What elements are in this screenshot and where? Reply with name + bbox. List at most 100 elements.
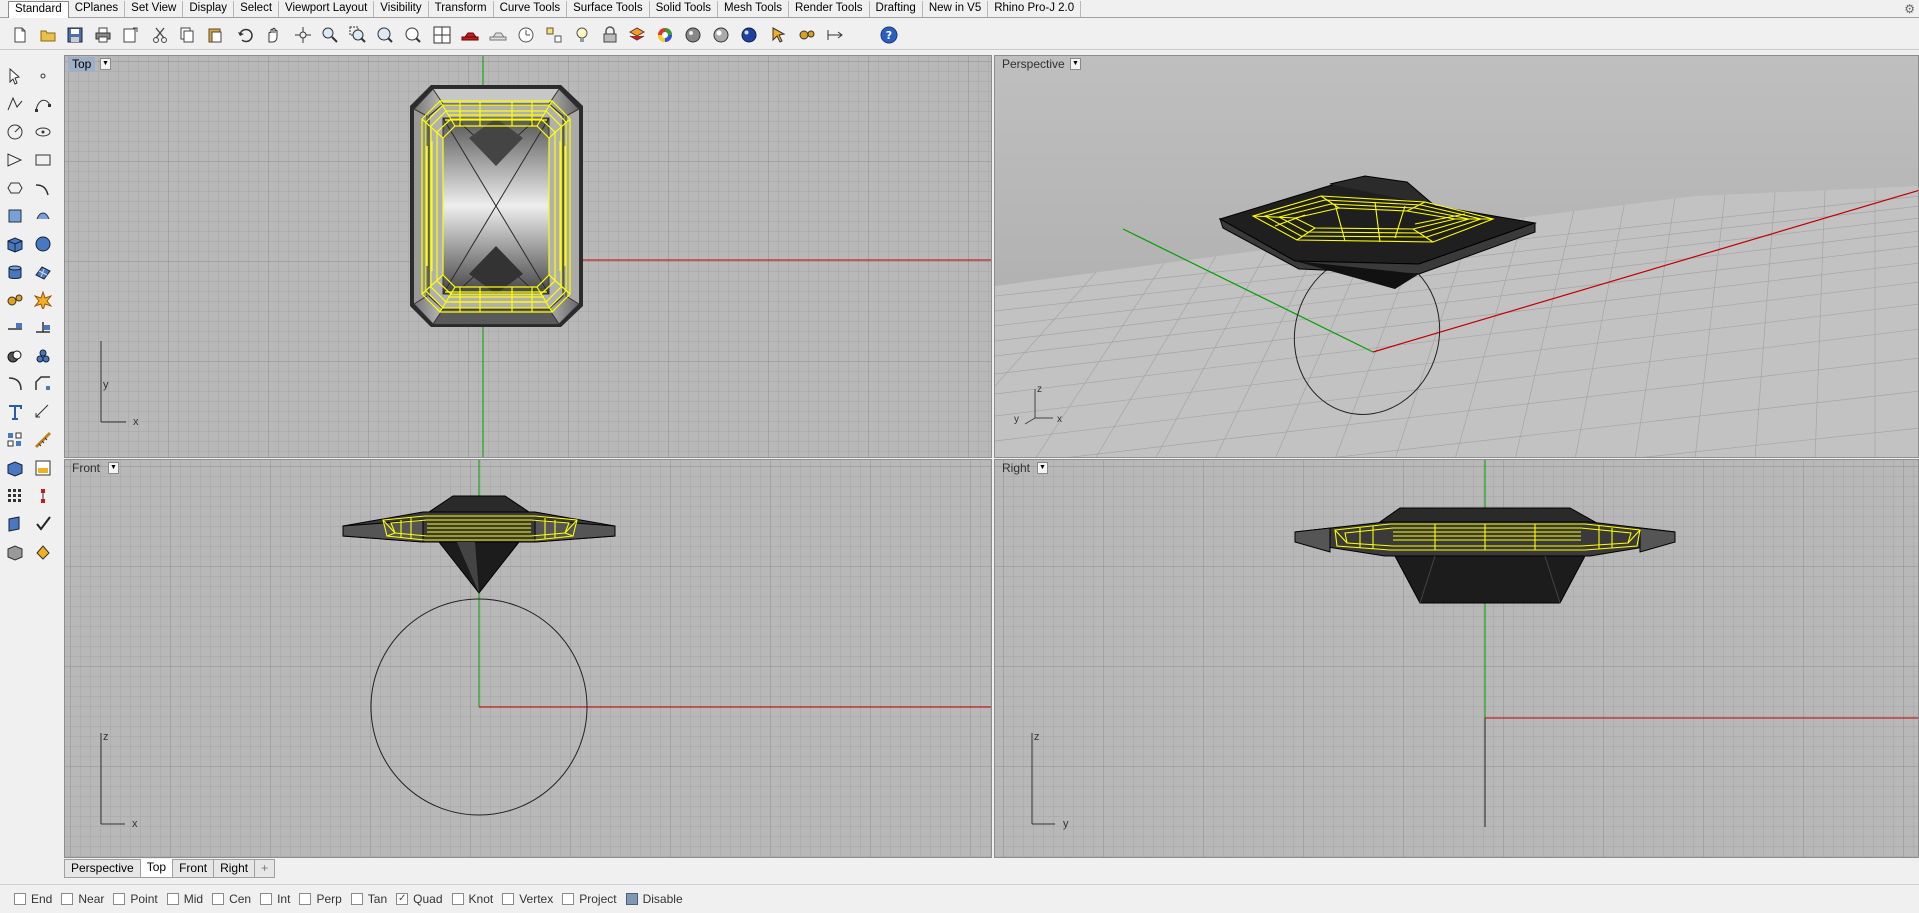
boolean-icon[interactable] (3, 344, 27, 368)
point-icon[interactable] (31, 64, 55, 88)
osnap-mid[interactable]: Mid (166, 892, 203, 906)
tab-solid-tools[interactable]: Solid Tools (650, 1, 718, 17)
analyze-icon[interactable] (3, 512, 27, 536)
tab-display[interactable]: Display (183, 1, 235, 17)
osnap-disable[interactable]: Disable (625, 892, 683, 906)
tab-visibility[interactable]: Visibility (374, 1, 429, 17)
osnap-tan-checkbox[interactable] (350, 893, 363, 905)
rotate-view-icon[interactable] (291, 23, 314, 46)
explode-icon[interactable] (31, 288, 55, 312)
tab-new-in-v5[interactable]: New in V5 (923, 1, 989, 17)
tab-transform[interactable]: Transform (429, 1, 494, 17)
select-arrow-icon[interactable] (3, 64, 27, 88)
block-icon[interactable] (3, 456, 27, 480)
layer-icon[interactable] (625, 23, 648, 46)
osnap-end-checkbox[interactable] (14, 893, 26, 905)
polygon-icon[interactable] (3, 176, 27, 200)
tab-surface-tools[interactable]: Surface Tools (567, 1, 650, 17)
osnap-vertex[interactable]: Vertex (502, 892, 553, 906)
object-properties-icon[interactable] (542, 23, 565, 46)
osnap-point-checkbox[interactable] (113, 893, 126, 905)
freeform-curve-icon[interactable] (31, 176, 55, 200)
surface-corner-icon[interactable] (3, 204, 27, 228)
osnap-cen[interactable]: Cen (212, 892, 251, 906)
select-arrow-icon[interactable] (767, 23, 790, 46)
mesh-icon[interactable] (31, 260, 55, 284)
layout-icon[interactable] (3, 540, 27, 564)
car-object-icon[interactable] (458, 23, 481, 46)
osnap-mid-checkbox[interactable] (166, 893, 179, 905)
osnap-disable-checkbox[interactable] (625, 893, 638, 905)
view-tab-top[interactable]: Top (139, 859, 174, 878)
tab-cplanes[interactable]: CPlanes (69, 1, 126, 17)
viewport-menu-chevron-down-icon[interactable]: ▼ (1037, 462, 1048, 474)
osnap-near[interactable]: Near (61, 892, 104, 906)
viewport-menu-chevron-down-icon[interactable]: ▼ (108, 462, 119, 474)
ellipse-icon[interactable] (31, 120, 55, 144)
curve-icon[interactable] (31, 92, 55, 116)
rectangle-icon[interactable] (31, 148, 55, 172)
osnap-project[interactable]: Project (562, 892, 617, 906)
shaded-sphere-icon[interactable] (709, 23, 732, 46)
osnap-cen-checkbox[interactable] (212, 893, 225, 905)
pan-hand-icon[interactable] (261, 23, 284, 46)
viewport-title-top[interactable]: Top (68, 57, 96, 72)
osnap-int[interactable]: Int (260, 892, 290, 906)
zoom-extents-icon[interactable] (373, 23, 396, 46)
viewport-right[interactable]: z y Right ▼ (994, 459, 1919, 858)
chamfer-icon[interactable] (31, 372, 55, 396)
tab-mesh-tools[interactable]: Mesh Tools (718, 1, 789, 17)
tab-standard[interactable]: Standard (8, 1, 69, 18)
osnap-quad-checkbox-checkmark-icon[interactable]: ✓ (396, 893, 409, 905)
dimension-icon[interactable] (823, 23, 846, 46)
box-solid-icon[interactable] (3, 232, 27, 256)
viewport-front[interactable]: z x Front ▼ (64, 459, 992, 858)
zoom-dynamic-icon[interactable] (318, 23, 341, 46)
viewport-title-right[interactable]: Right (998, 461, 1034, 476)
tab-set-view[interactable]: Set View (125, 1, 184, 17)
viewport-title-front[interactable]: Front (68, 461, 104, 476)
lock-icon[interactable] (598, 23, 621, 46)
view-tab-front[interactable]: Front (172, 859, 215, 878)
osnap-knot[interactable]: Knot (451, 892, 493, 906)
save-icon[interactable] (63, 23, 86, 46)
undo-icon[interactable] (233, 23, 256, 46)
osnap-knot-checkbox[interactable] (451, 893, 464, 905)
zoom-selected-icon[interactable] (401, 23, 424, 46)
osnap-end[interactable]: End (14, 892, 52, 906)
extrude-icon[interactable] (31, 204, 55, 228)
gear-settings-icon[interactable] (3, 288, 27, 312)
array-icon[interactable] (3, 484, 27, 508)
viewport-title-perspective[interactable]: Perspective (998, 57, 1069, 72)
dimension-icon[interactable] (31, 400, 55, 424)
solid-edit-icon[interactable] (31, 232, 55, 256)
polyline-icon[interactable] (3, 92, 27, 116)
view-tab-perspective[interactable]: Perspective (64, 859, 141, 878)
light-bulb-icon[interactable] (570, 23, 593, 46)
tab-curve-tools[interactable]: Curve Tools (494, 1, 568, 17)
timer-icon[interactable] (514, 23, 537, 46)
osnap-quad[interactable]: ✓ Quad (396, 892, 443, 906)
paint-bucket-icon[interactable] (31, 540, 55, 564)
tab-render-tools[interactable]: Render Tools (789, 1, 870, 17)
viewport-top[interactable]: y x Top ▼ (64, 55, 992, 458)
help-icon[interactable]: ? (877, 23, 900, 46)
osnap-near-checkbox[interactable] (61, 893, 74, 905)
split-icon[interactable] (3, 316, 27, 340)
osnap-vertex-checkbox[interactable] (502, 893, 515, 905)
ghost-car-icon[interactable] (486, 23, 509, 46)
gear-options-icon[interactable] (795, 23, 818, 46)
color-wheel-icon[interactable] (653, 23, 676, 46)
osnap-int-checkbox[interactable] (260, 893, 273, 905)
viewport-perspective[interactable]: z x y Perspective ▼ (994, 55, 1919, 458)
render-icon[interactable] (31, 456, 55, 480)
circle-icon[interactable] (3, 120, 27, 144)
four-viewports-icon[interactable] (430, 23, 453, 46)
osnap-point[interactable]: Point (113, 892, 158, 906)
copy-icon[interactable] (175, 23, 198, 46)
trim-icon[interactable] (31, 316, 55, 340)
arc-icon[interactable] (3, 148, 27, 172)
group-icon[interactable] (31, 344, 55, 368)
viewport-menu-chevron-down-icon[interactable]: ▼ (100, 58, 111, 70)
tab-select[interactable]: Select (234, 1, 280, 17)
